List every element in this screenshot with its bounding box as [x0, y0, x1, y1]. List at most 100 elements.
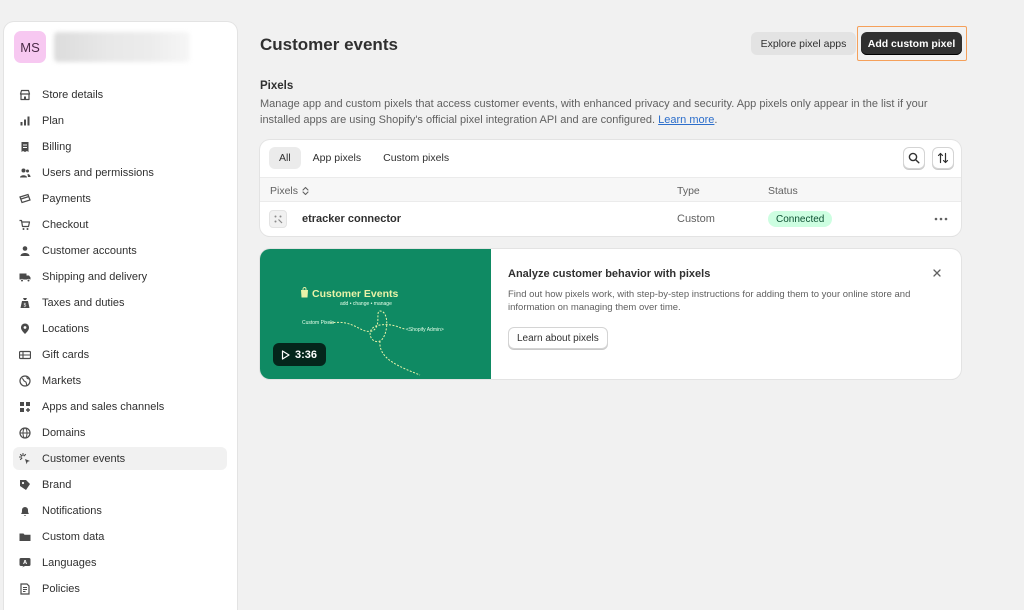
play-icon [281, 349, 290, 360]
explore-pixel-apps-button[interactable]: Explore pixel apps [751, 32, 856, 55]
pixel-name[interactable]: etracker connector [302, 213, 401, 225]
store-icon [19, 89, 31, 101]
table-row[interactable]: etracker connector Custom Connected [260, 202, 961, 236]
pixel-filter-tabs: All App pixels Custom pixels [269, 147, 461, 169]
sidebar-item-taxes-and-duties[interactable]: $ Taxes and duties [13, 291, 227, 314]
promo-title: Analyze customer behavior with pixels [508, 268, 711, 280]
sidebar-item-checkout[interactable]: Checkout [13, 213, 227, 236]
more-horizontal-icon [934, 217, 948, 221]
sidebar-item-brand[interactable]: Brand [13, 473, 227, 496]
store-name-redacted [54, 32, 190, 62]
sidebar-item-label: Taxes and duties [42, 296, 125, 309]
store-header[interactable]: MS [4, 22, 237, 72]
page-title: Customer events [260, 35, 398, 54]
sidebar-item-label: Notifications [42, 504, 102, 517]
cursor-sparkle-icon [19, 452, 31, 465]
folder-icon [19, 531, 31, 543]
tab-app-pixels[interactable]: App pixels [303, 147, 371, 169]
learn-more-link[interactable]: Learn more [658, 114, 714, 126]
pixels-card: All App pixels Custom pixels Pixels Type S… [260, 140, 961, 236]
sidebar-item-policies[interactable]: Policies [13, 577, 227, 600]
column-type-header: Type [677, 185, 700, 197]
brand-icon [19, 479, 31, 491]
store-avatar: MS [14, 31, 46, 63]
status-badge: Connected [768, 211, 833, 227]
pixels-promo-card: Customer Events add • change • manage Cu… [260, 249, 961, 379]
language-icon: A [19, 557, 31, 569]
highlight-box: Add custom pixel [857, 26, 967, 61]
video-duration-badge[interactable]: 3:36 [273, 343, 326, 366]
sidebar-item-markets[interactable]: Markets [13, 369, 227, 392]
sidebar-item-label: Policies [42, 582, 80, 595]
apps-icon [19, 401, 31, 413]
sidebar-item-customer-accounts[interactable]: Customer accounts [13, 239, 227, 262]
shopping-bag-icon [301, 287, 308, 298]
sidebar-item-payments[interactable]: Payments [13, 187, 227, 210]
dismiss-promo-button[interactable] [930, 266, 944, 280]
payments-icon [19, 193, 31, 205]
sidebar-item-billing[interactable]: Billing [13, 135, 227, 158]
svg-text:$: $ [23, 302, 26, 308]
sidebar-item-label: Users and permissions [42, 166, 154, 179]
pixels-table-header: Pixels Type Status [260, 177, 961, 202]
sidebar-item-shipping-and-delivery[interactable]: Shipping and delivery [13, 265, 227, 288]
sidebar-item-store-details[interactable]: Store details [13, 83, 227, 106]
cart-icon [19, 219, 31, 231]
chart-icon [19, 115, 31, 127]
bell-icon [19, 505, 31, 517]
tab-all[interactable]: All [269, 147, 301, 169]
sidebar-item-label: Shipping and delivery [42, 270, 148, 283]
sort-button[interactable] [932, 147, 954, 169]
sidebar-item-label: Payments [42, 192, 91, 205]
location-pin-icon [19, 323, 31, 335]
video-duration: 3:36 [295, 348, 318, 361]
tax-bag-icon: $ [19, 297, 31, 309]
sidebar-item-gift-cards[interactable]: Gift cards [13, 343, 227, 366]
video-label-right: <Shopify Admin> [406, 327, 444, 333]
sidebar-item-customer-events[interactable]: Customer events [13, 447, 227, 470]
sidebar-item-label: Custom data [42, 530, 105, 543]
sidebar-item-languages[interactable]: A Languages [13, 551, 227, 574]
sidebar-item-label: Brand [42, 478, 72, 491]
sidebar-item-label: Store details [42, 88, 104, 101]
sidebar-item-custom-data[interactable]: Custom data [13, 525, 227, 548]
column-status-header: Status [768, 185, 798, 197]
video-thumbnail[interactable]: Customer Events add • change • manage Cu… [260, 249, 491, 379]
close-icon [933, 269, 941, 277]
search-icon [908, 152, 920, 164]
sidebar-item-label: Apps and sales channels [42, 400, 165, 413]
sidebar-item-label: Markets [42, 374, 82, 387]
pixels-description-text: Manage app and custom pixels that access… [260, 98, 928, 126]
sidebar-item-label: Customer accounts [42, 244, 137, 257]
sidebar-item-notifications[interactable]: Notifications [13, 499, 227, 522]
sidebar-item-label: Customer events [42, 452, 126, 465]
tab-custom-pixels[interactable]: Custom pixels [373, 147, 459, 169]
sidebar-item-label: Checkout [42, 218, 89, 231]
sidebar-item-label: Gift cards [42, 348, 90, 361]
sort-toggle-icon [302, 186, 309, 196]
person-icon [19, 245, 31, 257]
column-pixels-header[interactable]: Pixels [270, 185, 310, 197]
pixels-description: Manage app and custom pixels that access… [260, 98, 928, 126]
sidebar-item-apps-and-sales-channels[interactable]: Apps and sales channels [13, 395, 227, 418]
globe-icon [19, 374, 31, 387]
settings-nav: Store details Plan Billing Users and permis… [4, 72, 237, 600]
domain-globe-icon [19, 426, 31, 439]
search-filter-button[interactable] [903, 147, 925, 169]
sidebar-item-label: Languages [42, 556, 97, 569]
gift-card-icon [19, 349, 31, 361]
add-custom-pixel-button[interactable]: Add custom pixel [861, 32, 962, 55]
pixel-type: Custom [677, 213, 715, 225]
sidebar-item-users-and-permissions[interactable]: Users and permissions [13, 161, 227, 184]
promo-description: Find out how pixels work, with step-by-s… [508, 289, 911, 313]
settings-sidebar: MS Store details Plan Billing Users and per… [4, 22, 237, 610]
row-actions-button[interactable] [932, 210, 950, 228]
sidebar-item-plan[interactable]: Plan [13, 109, 227, 132]
sidebar-item-locations[interactable]: Locations [13, 317, 227, 340]
pixel-code-icon [269, 210, 287, 228]
svg-text:A: A [23, 560, 27, 566]
sidebar-item-label: Plan [42, 114, 65, 127]
policy-icon [19, 582, 31, 595]
sidebar-item-domains[interactable]: Domains [13, 421, 227, 444]
learn-about-pixels-button[interactable]: Learn about pixels [508, 327, 608, 349]
